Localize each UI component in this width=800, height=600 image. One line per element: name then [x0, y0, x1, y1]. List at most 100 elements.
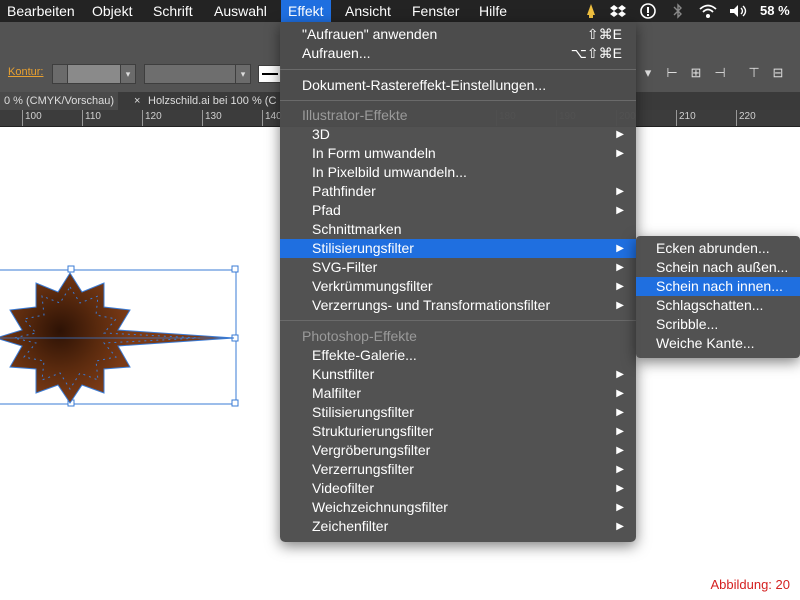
submenu-item-ecken-abrunden[interactable]: Ecken abrunden...: [636, 239, 800, 258]
volume-icon[interactable]: [728, 0, 748, 22]
menu-item-label: Vergröberungsfilter: [312, 442, 431, 458]
submenu-arrow-icon: ▶: [616, 464, 624, 475]
menu-effekt[interactable]: Effekt: [281, 0, 331, 22]
submenu-item-scribble[interactable]: Scribble...: [636, 315, 800, 334]
menu-item-label: 3D: [312, 126, 330, 142]
menu-hilfe[interactable]: Hilfe: [472, 0, 514, 22]
menu-item-vergroeberungsfilter[interactable]: Vergröberungsfilter ▶: [280, 441, 636, 460]
menu-item-label: Ecken abrunden...: [656, 240, 770, 256]
menu-item-label: Pfad: [312, 202, 341, 218]
alert-icon[interactable]: [640, 0, 656, 22]
menu-schrift[interactable]: Schrift: [146, 0, 200, 22]
ruler-label: 140: [262, 110, 282, 126]
dropdown-arrow-icon[interactable]: ▾: [640, 65, 656, 81]
ruler-label: 100: [22, 110, 42, 126]
submenu-arrow-icon: ▶: [616, 300, 624, 311]
menu-item-label: SVG-Filter: [312, 259, 378, 275]
submenu-arrow-icon: ▶: [616, 186, 624, 197]
submenu-item-schein-nach-aussen[interactable]: Schein nach außen...: [636, 258, 800, 277]
menu-auswahl[interactable]: Auswahl: [207, 0, 274, 22]
align-left-icon[interactable]: ⊢: [664, 65, 680, 81]
submenu-item-schein-nach-innen[interactable]: Schein nach innen...: [636, 277, 800, 296]
stroke-label[interactable]: Kontur:: [8, 66, 43, 78]
stroke-weight-dropdown[interactable]: ▾: [120, 64, 136, 84]
stroke-profile-dropdown[interactable]: ▾: [235, 64, 251, 84]
align-top-icon[interactable]: ⊤: [746, 65, 762, 81]
stroke-weight-field[interactable]: [67, 64, 121, 84]
menu-item-label: Videofilter: [312, 480, 375, 496]
dropbox-icon[interactable]: [610, 0, 626, 22]
menu-item-verzerrungs-transformationsfilter[interactable]: Verzerrungs- und Transformationsfilter ▶: [280, 296, 636, 315]
menu-fenster[interactable]: Fenster: [405, 0, 466, 22]
menu-item-3d[interactable]: 3D ▶: [280, 125, 636, 144]
menu-item-pathfinder[interactable]: Pathfinder ▶: [280, 182, 636, 201]
selection-handle[interactable]: [67, 265, 75, 273]
menu-bearbeiten[interactable]: Bearbeiten: [0, 0, 82, 22]
menu-item-svg-filter[interactable]: SVG-Filter ▶: [280, 258, 636, 277]
menu-item-in-form-umwandeln[interactable]: In Form umwandeln ▶: [280, 144, 636, 163]
stroke-weight-stepper[interactable]: [52, 64, 68, 84]
menu-item-label: In Pixelbild umwandeln...: [312, 164, 467, 180]
menu-item-in-pixelbild-umwandeln[interactable]: In Pixelbild umwandeln...: [280, 163, 636, 182]
menu-item-label: Effekte-Galerie...: [312, 347, 417, 363]
menu-item-dokument-rastereffekt[interactable]: Dokument-Rastereffekt-Einstellungen...: [280, 76, 636, 95]
submenu-arrow-icon: ▶: [616, 129, 624, 140]
menu-item-label: "Aufrauen" anwenden: [302, 26, 438, 42]
align-vcenter-icon[interactable]: ⊟: [770, 65, 786, 81]
menu-item-label: Aufrauen...: [302, 45, 371, 61]
menu-item-label: Stilisierungsfilter: [312, 240, 414, 256]
battery-percent: 58 %: [760, 3, 790, 18]
submenu-item-schlagschatten[interactable]: Schlagschatten...: [636, 296, 800, 315]
menu-item-label: Schein nach außen...: [656, 259, 789, 275]
stroke-style-swatch[interactable]: [258, 65, 282, 83]
menu-item-ps-stilisierungsfilter[interactable]: Stilisierungsfilter ▶: [280, 403, 636, 422]
menu-item-label: Verzerrungsfilter: [312, 461, 414, 477]
ruler-label: 120: [142, 110, 162, 126]
stroke-profile-field[interactable]: [144, 64, 236, 84]
menu-item-label: In Form umwandeln: [312, 145, 436, 161]
menu-item-aufrauen-anwenden[interactable]: "Aufrauen" anwenden ⇧⌘E: [280, 25, 636, 44]
stilisierungsfilter-submenu: Ecken abrunden... Schein nach außen... S…: [636, 236, 800, 358]
menu-item-label: Verzerrungs- und Transformationsfilter: [312, 297, 551, 313]
menu-objekt[interactable]: Objekt: [85, 0, 139, 22]
menu-item-stilisierungsfilter[interactable]: Stilisierungsfilter ▶: [280, 239, 636, 258]
menu-ansicht[interactable]: Ansicht: [338, 0, 398, 22]
menu-item-label: Verkrümmungsfilter: [312, 278, 433, 294]
menu-item-verzerrungsfilter[interactable]: Verzerrungsfilter ▶: [280, 460, 636, 479]
selection-handle[interactable]: [231, 399, 239, 407]
menu-item-effekte-galerie[interactable]: Effekte-Galerie...: [280, 346, 636, 365]
bluetooth-icon[interactable]: [672, 0, 684, 22]
tab-current-document[interactable]: 0 % (CMYK/Vorschau): [0, 92, 119, 110]
menu-item-verkruemmungsfilter[interactable]: Verkrümmungsfilter ▶: [280, 277, 636, 296]
figure-caption: Abbildung: 20: [710, 577, 790, 592]
menu-item-label: Schein nach innen...: [656, 278, 783, 294]
menu-item-label: Pathfinder: [312, 183, 376, 199]
menu-item-malfilter[interactable]: Malfilter ▶: [280, 384, 636, 403]
submenu-item-weiche-kante[interactable]: Weiche Kante...: [636, 334, 800, 353]
tab-holzschild[interactable]: Holzschild.ai bei 100 % (C: [144, 92, 280, 110]
menu-item-zeichenfilter[interactable]: Zeichenfilter ▶: [280, 517, 636, 536]
align-center-icon[interactable]: ⊞: [688, 65, 704, 81]
menu-separator: [280, 100, 636, 101]
ruler-label: 210: [676, 110, 696, 126]
menu-item-videofilter[interactable]: Videofilter ▶: [280, 479, 636, 498]
menu-item-kunstfilter[interactable]: Kunstfilter ▶: [280, 365, 636, 384]
menu-item-label: Kunstfilter: [312, 366, 375, 382]
align-right-icon[interactable]: ⊣: [712, 65, 728, 81]
tab-close-icon[interactable]: ×: [130, 92, 144, 110]
selection-handle[interactable]: [231, 265, 239, 273]
bell-icon[interactable]: [584, 0, 598, 22]
ruler-label: 110: [82, 110, 101, 126]
wifi-icon[interactable]: [698, 0, 718, 22]
menu-item-strukturierungsfilter[interactable]: Strukturierungsfilter ▶: [280, 422, 636, 441]
menu-item-weichzeichnungsfilter[interactable]: Weichzeichnungsfilter ▶: [280, 498, 636, 517]
ruler-label: 130: [202, 110, 222, 126]
menu-separator: [280, 69, 636, 70]
menu-item-label: Stilisierungsfilter: [312, 404, 414, 420]
submenu-arrow-icon: ▶: [616, 502, 624, 513]
menu-item-aufrauen[interactable]: Aufrauen... ⌥⇧⌘E: [280, 44, 636, 63]
menu-item-schnittmarken[interactable]: Schnittmarken: [280, 220, 636, 239]
ruler-label: 220: [736, 110, 756, 126]
menu-item-label: Zeichenfilter: [312, 518, 389, 534]
menu-item-pfad[interactable]: Pfad ▶: [280, 201, 636, 220]
